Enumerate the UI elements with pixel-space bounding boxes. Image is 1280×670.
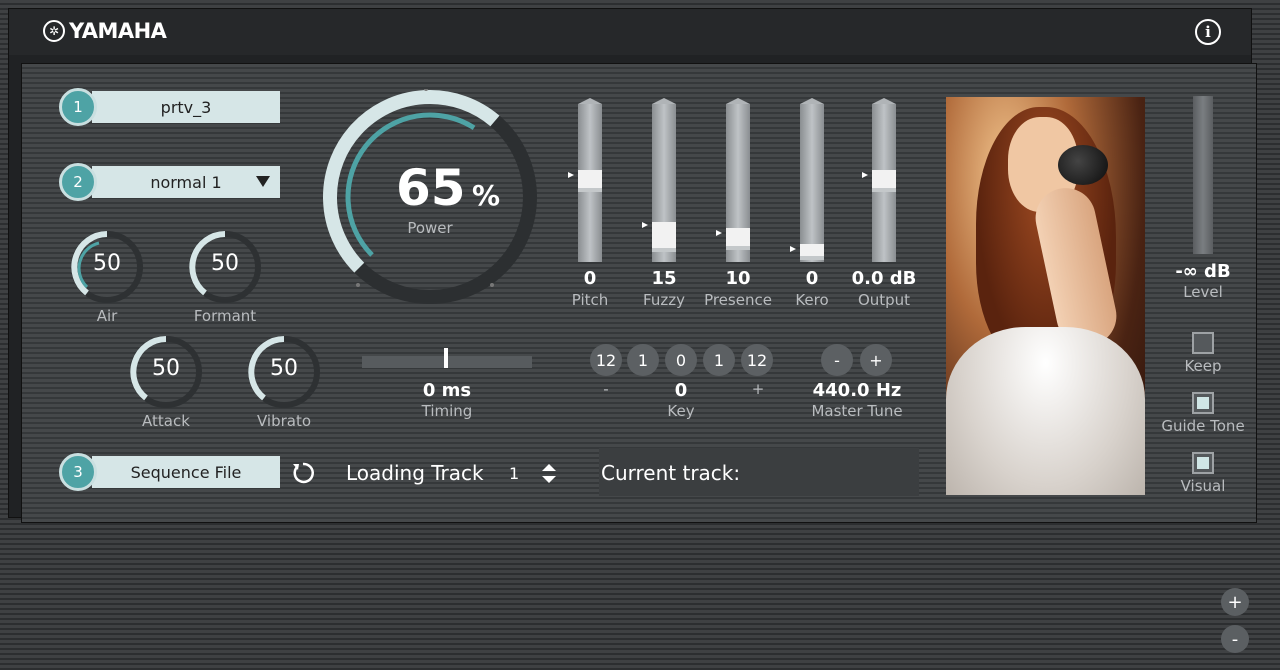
master-tune-down-button[interactable]: - <box>821 344 853 376</box>
attack-knob[interactable]: 50 Attack <box>126 332 206 430</box>
step-2-badge: 2 <box>59 163 97 201</box>
loading-track-label: Loading Track <box>346 461 484 485</box>
fuzzy-zero-marker <box>642 222 648 228</box>
step-3-badge: 3 <box>59 453 97 491</box>
power-value: 65 <box>396 159 466 217</box>
brand-name: YAMAHA <box>69 19 167 43</box>
fuzzy-slider[interactable]: 15 Fuzzy <box>624 98 704 314</box>
key-up-12-button[interactable]: 12 <box>741 344 773 376</box>
formant-value: 50 <box>211 251 239 276</box>
presence-zero-marker <box>716 230 722 236</box>
track-stepper-icon[interactable] <box>540 462 558 486</box>
output-slider-thumb[interactable] <box>872 170 896 188</box>
kero-slider-track[interactable] <box>800 98 824 262</box>
microphone-icon <box>1058 145 1108 185</box>
formant-label: Formant <box>193 307 257 325</box>
key-down-12-button[interactable]: 12 <box>590 344 622 376</box>
power-dial[interactable]: 65 % Power <box>322 87 538 305</box>
keep-label: Keep <box>1184 357 1222 375</box>
zoom-in-button[interactable]: + <box>1221 588 1249 616</box>
pitch-value: 0 <box>583 268 597 289</box>
singer-dress <box>946 327 1145 495</box>
zoom-out-button[interactable]: - <box>1221 625 1249 653</box>
fuzzy-slider-thumb[interactable] <box>652 222 676 248</box>
attack-value: 50 <box>152 356 180 381</box>
timing-value: 0 ms <box>422 380 472 401</box>
singer-image <box>946 97 1145 495</box>
timing-slider-thumb[interactable] <box>444 348 448 368</box>
style-dropdown-value: normal 1 <box>150 172 222 192</box>
reload-icon[interactable] <box>290 460 316 486</box>
keep-checkbox[interactable] <box>1192 332 1214 354</box>
pitch-slider[interactable]: 0 Pitch <box>550 98 630 314</box>
timing-slider[interactable] <box>362 348 532 368</box>
key-plus-label: + <box>751 380 765 398</box>
tuning-fork-logo-icon: ✲ <box>43 20 65 42</box>
yamaha-logo: ✲ YAMAHA <box>43 19 167 43</box>
master-tune-label: Master Tune <box>811 402 903 420</box>
air-knob[interactable]: 50 Air <box>67 227 147 325</box>
output-zero-marker <box>862 172 868 178</box>
attack-label: Attack <box>142 412 190 430</box>
key-reset-button[interactable]: 0 <box>665 344 697 376</box>
guide-tone-checkbox[interactable] <box>1192 392 1214 414</box>
key-up-1-button[interactable]: 1 <box>703 344 735 376</box>
presence-slider[interactable]: 10 Presence <box>698 98 778 314</box>
output-slider[interactable]: 0.0 dB Output <box>844 98 924 314</box>
guide-tone-label: Guide Tone <box>1161 417 1245 435</box>
visual-checkbox[interactable] <box>1192 452 1214 474</box>
timing-label: Timing <box>421 402 473 420</box>
pitch-slider-thumb[interactable] <box>578 170 602 188</box>
key-label: Key <box>667 402 695 420</box>
output-value: 0.0 dB <box>851 268 917 289</box>
dropdown-arrow-icon <box>256 176 270 187</box>
header-bar: ✲ YAMAHA i <box>9 9 1251 55</box>
level-label: Level <box>1183 283 1223 301</box>
loading-track-value[interactable]: 1 <box>509 464 519 483</box>
level-value: -∞ dB <box>1175 261 1231 282</box>
air-value: 50 <box>93 251 121 276</box>
level-meter <box>1193 96 1213 254</box>
kero-slider[interactable]: 0 Kero <box>772 98 852 314</box>
key-minus-label: - <box>603 380 609 398</box>
style-dropdown[interactable]: normal 1 <box>92 166 280 198</box>
fuzzy-value: 15 <box>651 268 677 289</box>
master-tune-value: 440.0 Hz <box>812 380 902 401</box>
power-label: Power <box>407 219 453 237</box>
main-panel: prtv_3 1 normal 1 2 50 Air 50 Formant 50… <box>21 63 1257 523</box>
plugin-window: ✲ YAMAHA i prtv_3 1 normal 1 2 50 Air 50… <box>8 8 1257 523</box>
vibrato-knob[interactable]: 50 Vibrato <box>244 332 324 430</box>
kero-value: 0 <box>805 268 819 289</box>
vibrato-label: Vibrato <box>256 412 312 430</box>
key-down-1-button[interactable]: 1 <box>627 344 659 376</box>
visual-label: Visual <box>1180 477 1226 495</box>
presence-value: 10 <box>725 268 751 289</box>
kero-zero-marker <box>790 246 796 252</box>
output-label: Output <box>857 291 911 309</box>
vibrato-value: 50 <box>270 356 298 381</box>
current-track-label: Current track: <box>601 461 741 485</box>
voicebank-field[interactable]: prtv_3 <box>92 91 280 123</box>
master-tune-up-button[interactable]: + <box>860 344 892 376</box>
sequence-file-field[interactable]: Sequence File <box>92 456 280 488</box>
presence-slider-thumb[interactable] <box>726 228 750 246</box>
formant-knob[interactable]: 50 Formant <box>185 227 265 325</box>
current-track-display: Current track: <box>599 448 919 496</box>
air-label: Air <box>96 307 118 325</box>
power-unit: % <box>472 179 501 212</box>
key-value: 0 <box>674 380 688 401</box>
info-icon[interactable]: i <box>1195 19 1221 45</box>
pitch-zero-marker <box>568 172 574 178</box>
step-1-badge: 1 <box>59 88 97 126</box>
kero-slider-thumb[interactable] <box>800 244 824 256</box>
